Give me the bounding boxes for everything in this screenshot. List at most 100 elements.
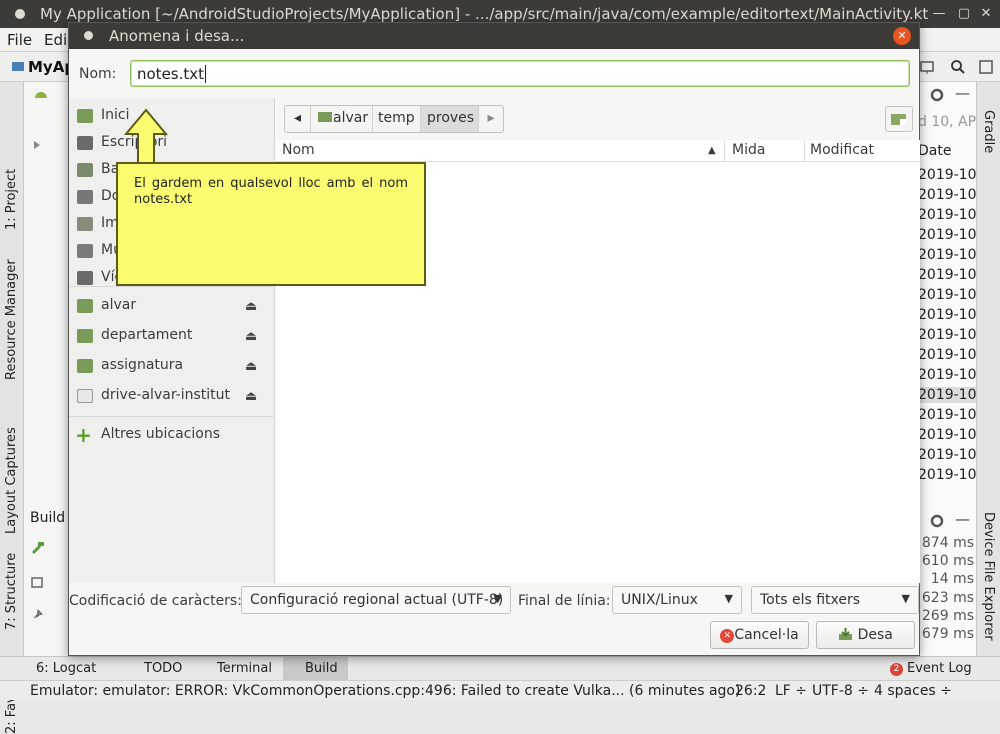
line-end-label: Final de línia: — [518, 593, 611, 609]
filter-value: Tots els fitxers — [760, 592, 861, 608]
column-size[interactable]: Mida — [732, 142, 765, 158]
path-label: alvar — [333, 110, 369, 126]
annotation-callout: El gardem en qualsevol lloc amb el nom n… — [116, 162, 426, 286]
tab-terminal[interactable]: Terminal — [217, 661, 272, 676]
cancel-label: Cancel·la — [734, 627, 799, 643]
project-panel: Build — [24, 82, 70, 656]
android-icon — [35, 92, 47, 98]
path-back-icon[interactable]: ◂ — [285, 106, 311, 132]
build-settings-gear-icon[interactable] — [928, 512, 946, 530]
plus-icon: + — [75, 423, 92, 447]
expand-arrow-icon[interactable] — [30, 138, 44, 152]
path-bar: ◂ alvar temp proves ▸ — [284, 105, 504, 133]
tab-logcat[interactable]: 6: Logcat — [36, 661, 96, 676]
tab-event-log[interactable]: Event Log — [907, 661, 972, 676]
tab-resource-manager[interactable]: Resource Manager — [4, 259, 19, 380]
path-forward-icon[interactable]: ▸ — [479, 106, 503, 132]
notifications-icon[interactable] — [978, 59, 994, 75]
sidebar-item-drive-alvar-institut[interactable]: drive-alvar-institut ⏏ — [69, 384, 275, 410]
folder-icon — [12, 62, 24, 71]
dialog-titlebar: Anomena i desa... ✕ — [69, 23, 919, 49]
line-separator[interactable]: LF ÷ — [775, 683, 807, 699]
settings-gear-icon[interactable] — [928, 86, 946, 104]
filename-input[interactable]: notes.txt — [130, 60, 910, 87]
path-segment-proves[interactable]: proves — [421, 106, 479, 132]
sidebar-separator — [69, 286, 275, 287]
cancel-button[interactable]: ✕ Cancel·la — [710, 621, 809, 649]
sidebar-item-other-locations[interactable]: + Altres ubicacions — [69, 423, 275, 449]
hammer-icon[interactable] — [30, 540, 46, 556]
column-name[interactable]: Nom — [282, 142, 315, 158]
column-modified[interactable]: Modificat — [810, 142, 874, 158]
pictures-icon — [77, 217, 93, 231]
menu-edit[interactable]: Edi — [44, 31, 67, 49]
tab-build[interactable]: Build — [283, 657, 348, 680]
tab-layout-captures[interactable]: Layout Captures — [4, 427, 19, 534]
home-icon — [77, 109, 93, 123]
cursor-position[interactable]: 26:2 — [735, 683, 766, 699]
search-icon[interactable] — [950, 59, 966, 75]
save-icon — [839, 628, 853, 640]
sidebar-item-alvar[interactable]: alvar ⏏ — [69, 294, 275, 320]
encoding-label: Codificació de caràcters: — [69, 593, 242, 609]
eject-icon[interactable]: ⏏ — [245, 329, 257, 344]
build-panel-label[interactable]: Build — [30, 510, 65, 526]
bottom-tool-bar: 6: Logcat TODO Terminal Build 2 Event Lo… — [0, 656, 1000, 680]
documents-icon — [77, 190, 93, 204]
sidebar-item-label: assignatura — [101, 357, 184, 373]
close-icon[interactable]: ✕ — [978, 6, 994, 22]
eject-icon[interactable]: ⏏ — [245, 359, 257, 374]
line-end-select[interactable]: UNIX/Linux ▼ — [612, 586, 742, 614]
eject-icon[interactable]: ⏏ — [245, 299, 257, 314]
sort-ascending-icon: ▲ — [708, 145, 716, 156]
menu-file[interactable]: File — [7, 31, 32, 49]
new-folder-button[interactable] — [885, 106, 913, 132]
sidebar-item-label: alvar — [101, 297, 137, 313]
file-filter-select[interactable]: Tots els fitxers ▼ — [751, 586, 919, 614]
save-button[interactable]: Desa — [816, 621, 915, 649]
pin-icon[interactable] — [30, 606, 46, 622]
encoding-value: Configuració regional actual (UTF-8) — [250, 592, 504, 608]
restore-icon[interactable] — [30, 574, 46, 590]
hide-panel-icon[interactable]: — — [955, 84, 970, 102]
status-bar: Emulator: emulator: ERROR: VkCommonOpera… — [0, 680, 1000, 700]
tab-structure[interactable]: 7: Structure — [4, 553, 19, 630]
minimize-icon[interactable]: — — [931, 6, 947, 22]
sidebar-item-assignatura[interactable]: assignatura ⏏ — [69, 354, 275, 380]
indent-setting[interactable]: 4 spaces ÷ — [874, 683, 952, 699]
dialog-menu-icon[interactable] — [84, 31, 93, 40]
path-segment-alvar[interactable]: alvar — [311, 106, 373, 132]
drive-icon — [77, 329, 93, 343]
sidebar-item-departament[interactable]: departament ⏏ — [69, 324, 275, 350]
tab-device-file-explorer[interactable]: Device File Explorer — [981, 512, 996, 641]
sidebar-separator — [69, 416, 275, 417]
eject-icon[interactable]: ⏏ — [245, 389, 257, 404]
dropdown-arrow-icon: ▼ — [724, 592, 733, 605]
dialog-close-icon[interactable]: ✕ — [893, 27, 911, 45]
dropdown-arrow-icon: ▼ — [493, 592, 502, 605]
encoding-select[interactable]: Configuració regional actual (UTF-8) ▼ — [241, 586, 511, 614]
maximize-icon[interactable]: ▢ — [956, 6, 972, 22]
tab-project[interactable]: 1: Project — [4, 169, 19, 230]
build-time: 610 ms — [921, 553, 974, 570]
desktop-icon — [77, 136, 93, 150]
sidebar-item-label: Altres ubicacions — [101, 426, 221, 442]
hide-build-panel-icon[interactable]: — — [955, 510, 970, 528]
status-message[interactable]: Emulator: emulator: ERROR: VkCommonOpera… — [30, 683, 740, 699]
dropdown-arrow-icon: ▼ — [901, 592, 910, 605]
path-segment-temp[interactable]: temp — [373, 106, 421, 132]
sidebar-item-label: drive-alvar-institut — [101, 387, 231, 403]
file-encoding[interactable]: UTF-8 ÷ — [812, 683, 869, 699]
dialog-options: Codificació de caràcters: Configuració r… — [69, 583, 919, 655]
window-menu-icon[interactable] — [15, 9, 25, 19]
dialog-title: Anomena i desa... — [109, 27, 245, 45]
tab-gradle[interactable]: Gradle — [981, 110, 996, 153]
sdk-manager-icon[interactable] — [919, 59, 935, 75]
tab-todo[interactable]: TODO — [144, 661, 182, 676]
music-icon — [77, 244, 93, 258]
sidebar-item-label: departament — [101, 327, 193, 343]
build-time: 269 ms — [921, 607, 974, 624]
date-column-header[interactable]: Date — [918, 143, 951, 159]
disk-icon — [77, 389, 93, 403]
window-title: My Application [~/AndroidStudioProjects/… — [40, 5, 929, 23]
